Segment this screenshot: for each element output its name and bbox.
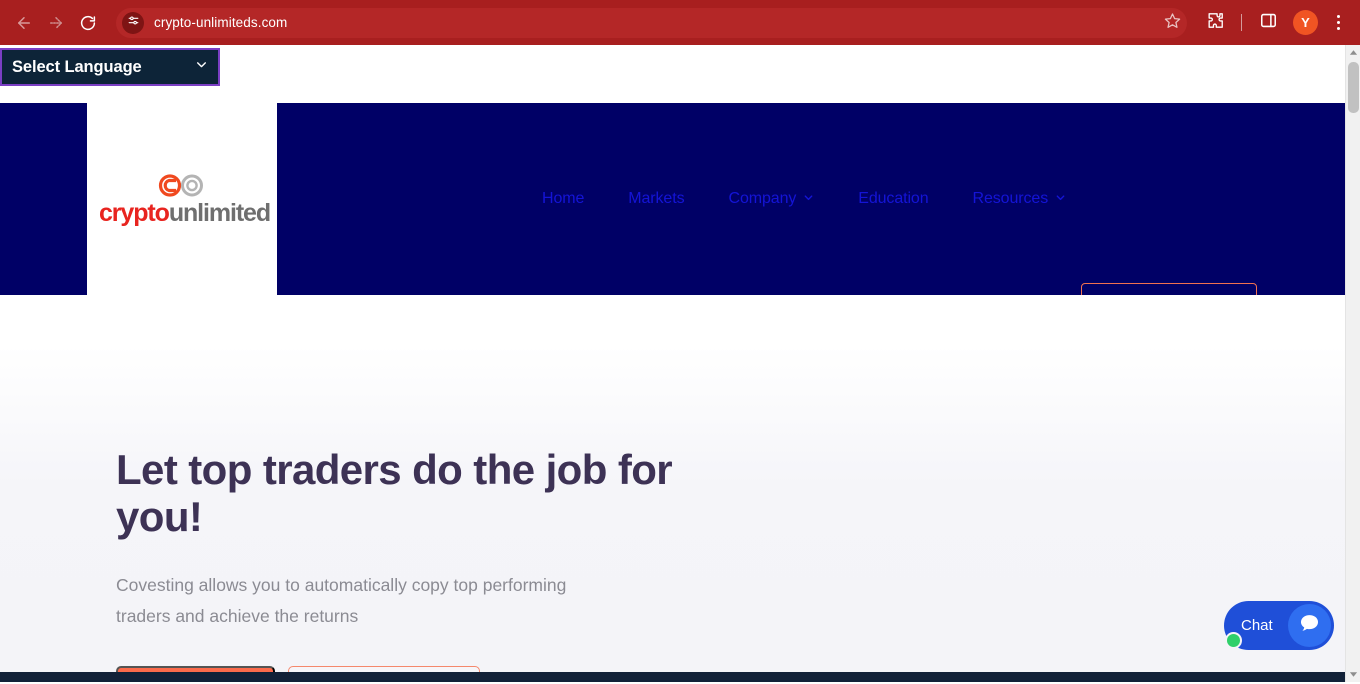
browser-toolbar: crypto-unlimiteds.com Y (0, 0, 1360, 45)
site-settings-sliders-icon (127, 14, 140, 32)
nav-item-label: Education (858, 190, 929, 207)
nav-item-company[interactable]: Company (706, 190, 836, 208)
bookmark-button[interactable] (1157, 8, 1187, 38)
chevron-down-icon (195, 58, 208, 76)
site-info-button[interactable] (122, 11, 144, 34)
scroll-up-arrow-icon (1349, 44, 1358, 62)
side-panel-button[interactable] (1253, 8, 1283, 38)
back-button[interactable] (8, 7, 40, 39)
scroll-down-arrow-icon (1349, 666, 1358, 684)
side-panel-icon (1259, 11, 1278, 35)
address-bar-url[interactable]: crypto-unlimiteds.com (154, 15, 287, 30)
nav-item-label: Home (542, 190, 585, 207)
chat-label: Chat (1241, 617, 1273, 634)
hero-subtitle: Covesting allows you to automatically co… (116, 575, 567, 626)
nav-item-home[interactable]: Home (520, 190, 606, 208)
chat-bubble-button[interactable] (1288, 604, 1331, 647)
scrollbar-thumb[interactable] (1348, 62, 1359, 113)
reload-button[interactable] (72, 7, 104, 39)
site-header: cryptounlimited Home Markets Company Edu… (0, 103, 1345, 323)
reload-icon (79, 14, 97, 32)
nav-item-education[interactable]: Education (836, 190, 950, 208)
logo-word-primary: crypto (99, 199, 170, 227)
nav-item-markets[interactable]: Markets (606, 190, 706, 208)
hero-title-highlight: traders (261, 446, 403, 493)
scroll-down-button[interactable] (1346, 667, 1360, 682)
page-scrollbar[interactable] (1345, 45, 1360, 682)
main-navigation: Home Markets Company Education Resources (520, 103, 1088, 295)
three-dots-vertical-icon (1336, 15, 1340, 30)
speech-bubble-icon (1298, 612, 1321, 640)
address-bar[interactable]: crypto-unlimiteds.com (116, 7, 1187, 38)
nav-item-label: Resources (972, 190, 1049, 207)
hero-title: Let top traders do the job for you! (116, 446, 736, 540)
logo-word-secondary: unlimited (168, 199, 271, 227)
chevron-down-icon (1055, 190, 1066, 208)
extensions-button[interactable] (1200, 8, 1230, 38)
back-arrow-icon (15, 14, 33, 32)
site-logo[interactable]: cryptounlimited (87, 103, 277, 295)
toolbar-divider (1241, 14, 1242, 31)
language-select-label: Select Language (12, 57, 142, 76)
puzzle-piece-icon (1206, 11, 1225, 35)
page-viewport: Select Language cryptounlimited Home Mar… (0, 45, 1345, 682)
chat-widget[interactable]: Chat (1224, 601, 1334, 650)
scroll-up-button[interactable] (1346, 45, 1360, 60)
nav-item-label: Company (728, 190, 797, 207)
nav-item-resources[interactable]: Resources (951, 190, 1089, 208)
chevron-down-icon (803, 190, 814, 208)
co-monogram-icon (99, 172, 265, 200)
profile-avatar[interactable]: Y (1293, 10, 1318, 35)
forward-arrow-icon (47, 14, 65, 32)
nav-item-label: Markets (628, 190, 685, 207)
star-icon (1164, 12, 1181, 34)
language-select[interactable]: Select Language (0, 48, 220, 86)
hero-title-part1: Let top (116, 446, 263, 493)
chat-online-status-dot (1225, 632, 1242, 649)
browser-menu-button[interactable] (1326, 8, 1350, 38)
forward-button[interactable] (40, 7, 72, 39)
footer-strip (0, 672, 1345, 682)
hero-section: Let top traders do the job for you! Cove… (0, 295, 1345, 682)
